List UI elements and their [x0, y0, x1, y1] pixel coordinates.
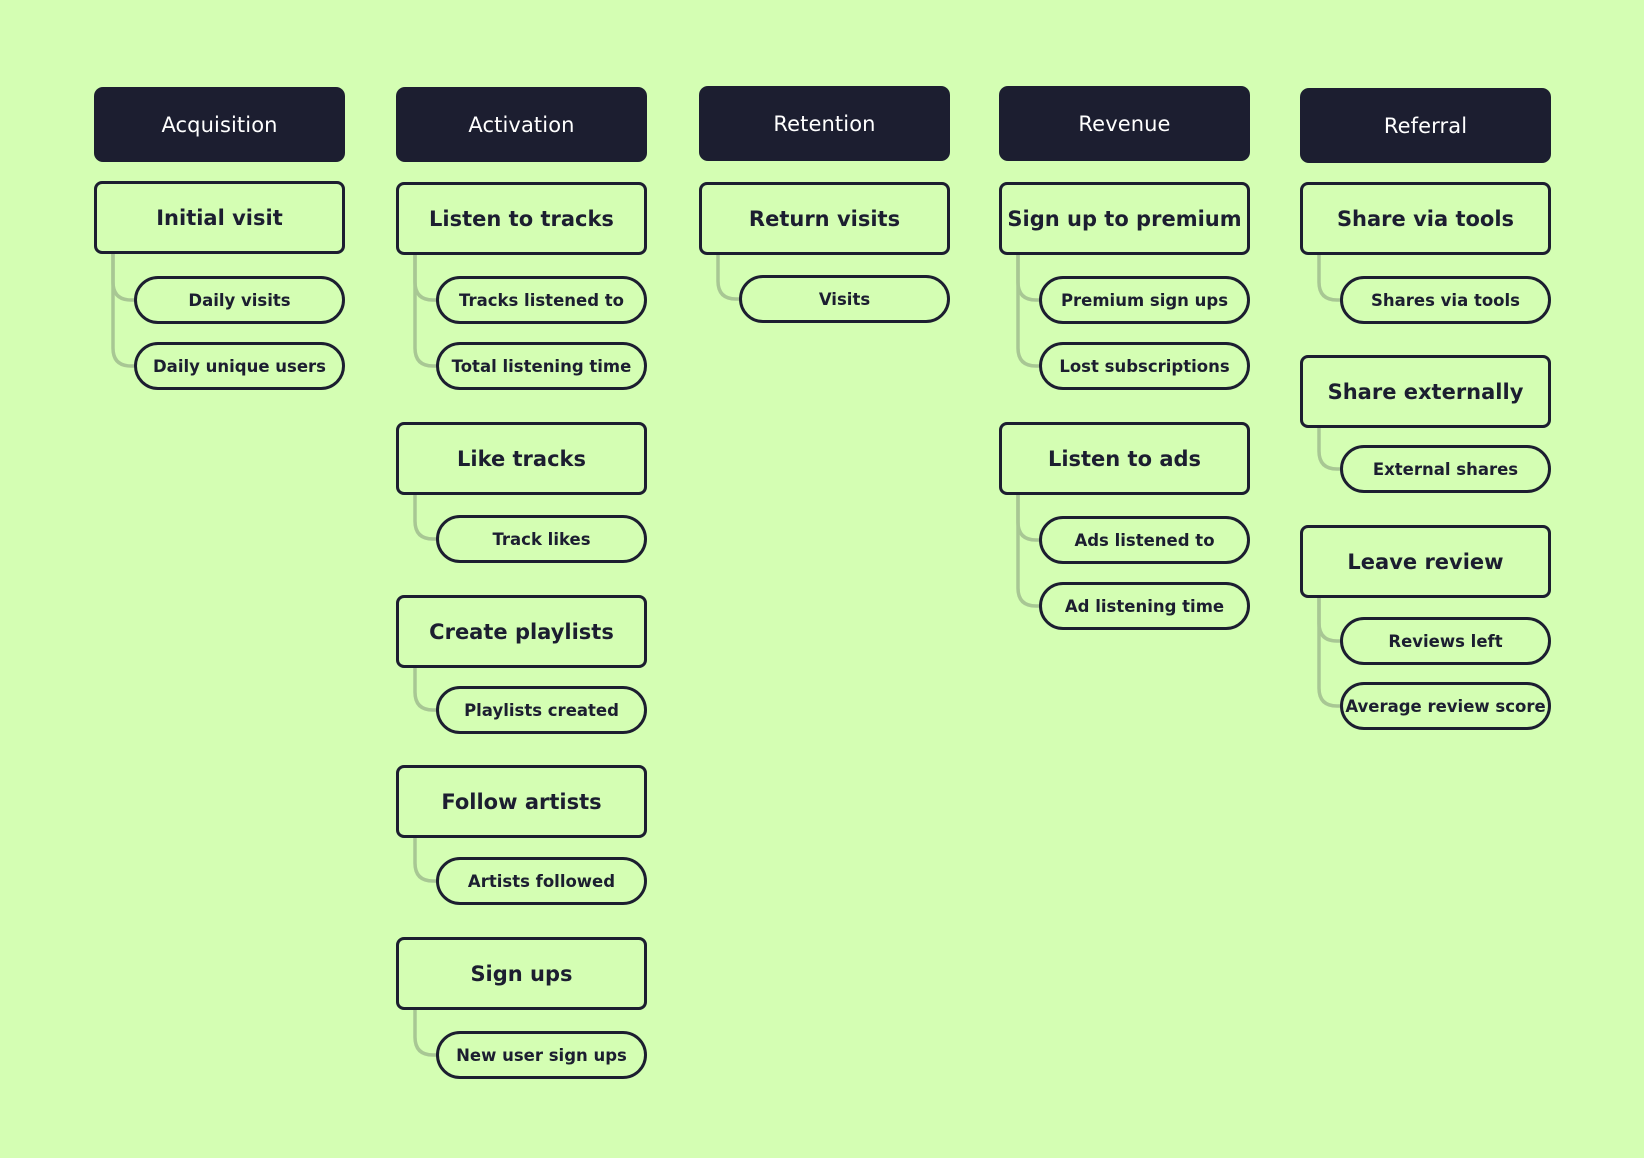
metric-label: Daily visits	[188, 290, 291, 310]
connector-branch	[413, 253, 437, 302]
activity-label: Sign ups	[470, 961, 573, 986]
connector-branch	[716, 253, 740, 301]
activity-label: Share externally	[1327, 379, 1524, 404]
stage-header-label: Referral	[1383, 113, 1468, 138]
metric-pill-lost-subscriptions[interactable]: Lost subscriptions	[1039, 342, 1250, 390]
metric-label: Track likes	[492, 529, 591, 549]
stage-header-activation[interactable]: Activation	[396, 87, 647, 162]
metric-label: Daily unique users	[152, 356, 326, 376]
stage-header-retention[interactable]: Retention	[699, 86, 950, 161]
metric-label: Playlists created	[464, 700, 619, 720]
metric-label: Shares via tools	[1371, 290, 1520, 310]
metric-label: Lost subscriptions	[1059, 356, 1230, 376]
stage-header-label: Retention	[773, 111, 876, 136]
connector-branch	[1016, 493, 1040, 542]
activity-label: Listen to tracks	[429, 206, 614, 231]
metric-label: Tracks listened to	[459, 290, 624, 310]
connector-branch	[1317, 596, 1341, 708]
metric-label: New user sign ups	[456, 1045, 627, 1065]
activity-label: Follow artists	[441, 789, 602, 814]
connector-branch	[1317, 426, 1341, 471]
metric-pill-new-user-sign-ups[interactable]: New user sign ups	[436, 1031, 647, 1079]
metric-pill-ads-listened-to[interactable]: Ads listened to	[1039, 516, 1250, 564]
stage-header-label: Acquisition	[161, 112, 278, 137]
metric-pill-total-listening-time[interactable]: Total listening time	[436, 342, 647, 390]
activity-box-follow-artists[interactable]: Follow artists	[396, 765, 647, 838]
activity-label: Listen to ads	[1047, 446, 1202, 471]
activity-box-listen-to-tracks[interactable]: Listen to tracks	[396, 182, 647, 255]
metric-label: External shares	[1372, 459, 1519, 479]
metric-pill-shares-via-tools[interactable]: Shares via tools	[1340, 276, 1551, 324]
metric-label: Artists followed	[467, 871, 616, 891]
connector-branch	[1016, 493, 1040, 608]
connector-branch	[1317, 596, 1341, 643]
stage-header-revenue[interactable]: Revenue	[999, 86, 1250, 161]
activity-box-share-externally[interactable]: Share externally	[1300, 355, 1551, 428]
metric-label: Ads listened to	[1074, 530, 1215, 550]
stage-header-label: Activation	[468, 112, 575, 137]
connector-branch	[413, 493, 437, 541]
activity-box-share-via-tools[interactable]: Share via tools	[1300, 182, 1551, 255]
metric-pill-daily-unique-users[interactable]: Daily unique users	[134, 342, 345, 390]
stage-header-label: Revenue	[1078, 111, 1171, 136]
metric-label: Premium sign ups	[1060, 290, 1229, 310]
metric-pill-playlists-created[interactable]: Playlists created	[436, 686, 647, 734]
metric-pill-reviews-left[interactable]: Reviews left	[1340, 617, 1551, 665]
metric-pill-premium-sign-ups[interactable]: Premium sign ups	[1039, 276, 1250, 324]
connector-branch	[413, 836, 437, 883]
stage-header-referral[interactable]: Referral	[1300, 88, 1551, 163]
activity-box-sign-up-to-premium[interactable]: Sign up to premium	[999, 182, 1250, 255]
activity-box-listen-to-ads[interactable]: Listen to ads	[999, 422, 1250, 495]
metric-pill-average-review-score[interactable]: Average review score	[1340, 682, 1551, 730]
metric-label: Ad listening time	[1064, 596, 1225, 616]
activity-label: Leave review	[1347, 549, 1504, 574]
activity-label: Sign up to premium	[1007, 206, 1242, 231]
connector-branch	[413, 253, 437, 368]
stage-header-acquisition[interactable]: Acquisition	[94, 87, 345, 162]
activity-label: Like tracks	[456, 446, 586, 471]
activity-box-sign-ups[interactable]: Sign ups	[396, 937, 647, 1010]
activity-box-like-tracks[interactable]: Like tracks	[396, 422, 647, 495]
metric-pill-artists-followed[interactable]: Artists followed	[436, 857, 647, 905]
connector-branch	[1016, 253, 1040, 302]
connector-branch	[413, 666, 437, 712]
connector-branch	[111, 252, 135, 302]
activity-box-leave-review[interactable]: Leave review	[1300, 525, 1551, 598]
connector-branch	[1016, 253, 1040, 368]
connector-branch	[413, 1008, 437, 1057]
metric-pill-external-shares[interactable]: External shares	[1340, 445, 1551, 493]
activity-label: Create playlists	[429, 619, 614, 644]
metric-pill-daily-visits[interactable]: Daily visits	[134, 276, 345, 324]
metric-label: Average review score	[1345, 696, 1546, 716]
activity-label: Initial visit	[156, 205, 283, 230]
connector-branch	[111, 252, 135, 368]
connector-branch	[1317, 253, 1341, 302]
metric-label: Visits	[818, 289, 871, 309]
activity-label: Return visits	[748, 206, 901, 231]
activity-box-create-playlists[interactable]: Create playlists	[396, 595, 647, 668]
metric-pill-track-likes[interactable]: Track likes	[436, 515, 647, 563]
activity-box-initial-visit[interactable]: Initial visit	[94, 181, 345, 254]
metric-pill-ad-listening-time[interactable]: Ad listening time	[1039, 582, 1250, 630]
activity-label: Share via tools	[1336, 206, 1515, 231]
metric-label: Reviews left	[1388, 631, 1503, 651]
metric-pill-visits[interactable]: Visits	[739, 275, 950, 323]
activity-box-return-visits[interactable]: Return visits	[699, 182, 950, 255]
metric-pill-tracks-listened-to[interactable]: Tracks listened to	[436, 276, 647, 324]
metric-label: Total listening time	[451, 356, 632, 376]
